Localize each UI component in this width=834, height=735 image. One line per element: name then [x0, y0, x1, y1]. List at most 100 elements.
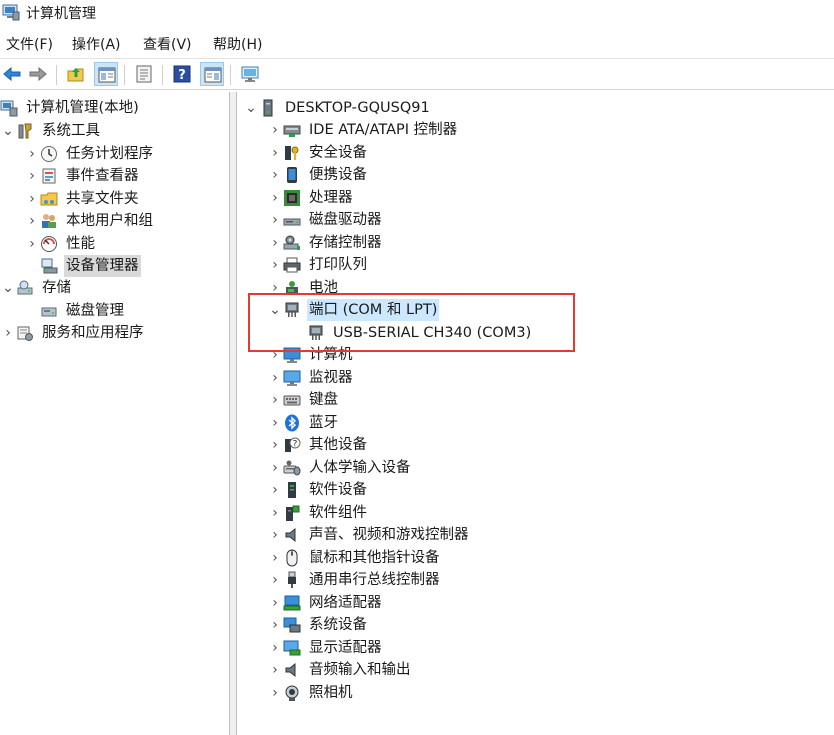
disk-icon	[40, 302, 58, 320]
chevron-right-icon[interactable]: ›	[24, 143, 40, 165]
toolbar-separator	[230, 65, 231, 85]
menu-view[interactable]: 查看(V)	[143, 34, 192, 54]
software-component-icon	[283, 504, 301, 522]
forward-arrow-icon	[29, 66, 47, 82]
help-button[interactable]: ?	[170, 62, 194, 86]
camera-icon	[283, 684, 301, 702]
svg-text:?: ?	[293, 440, 298, 450]
toolbar-separator	[56, 65, 57, 85]
title-bar: 计算机管理	[0, 0, 834, 28]
keyboard-icon	[283, 391, 301, 409]
hid-icon	[283, 459, 301, 477]
chevron-right-icon[interactable]: ›	[267, 412, 283, 434]
storage-icon	[16, 279, 34, 297]
network-adapter-icon	[283, 594, 301, 612]
chevron-right-icon[interactable]: ›	[267, 389, 283, 411]
chevron-right-icon[interactable]: ›	[24, 210, 40, 232]
chevron-right-icon[interactable]: ›	[267, 502, 283, 524]
chevron-right-icon[interactable]: ›	[267, 142, 283, 164]
computer-management-icon	[2, 4, 20, 21]
toolbar-separator	[124, 65, 125, 85]
chevron-right-icon[interactable]: ›	[267, 682, 283, 704]
unknown-device-icon: ?	[283, 436, 301, 454]
processor-icon	[283, 189, 301, 207]
menu-bar: 文件(F) 操作(A) 查看(V) 帮助(H)	[0, 30, 834, 56]
shared-folder-icon	[40, 190, 58, 208]
event-log-icon	[40, 167, 58, 185]
chevron-right-icon[interactable]: ›	[267, 547, 283, 569]
action-pane-icon	[204, 67, 222, 83]
window-title: 计算机管理	[26, 6, 96, 22]
up-folder-icon	[67, 68, 84, 82]
portable-device-icon	[283, 166, 301, 184]
chevron-right-icon[interactable]: ›	[267, 254, 283, 276]
speaker-icon	[283, 526, 301, 544]
annotation-highlight-box	[248, 293, 575, 352]
tools-icon	[16, 122, 34, 140]
chevron-right-icon[interactable]: ›	[267, 457, 283, 479]
chevron-right-icon[interactable]: ›	[267, 232, 283, 254]
monitor-button[interactable]	[238, 62, 262, 86]
chevron-right-icon[interactable]: ›	[267, 479, 283, 501]
chevron-right-icon[interactable]: ›	[267, 164, 283, 186]
chevron-right-icon[interactable]: ›	[24, 165, 40, 187]
menu-action[interactable]: 操作(A)	[72, 34, 121, 54]
svg-text:?: ?	[178, 68, 186, 83]
show-hide-tree-button[interactable]	[94, 62, 118, 86]
chevron-right-icon[interactable]: ›	[0, 322, 16, 344]
computer-management-icon	[0, 99, 18, 117]
device-manager-icon	[40, 257, 58, 275]
users-icon	[40, 212, 58, 230]
toolbar: ?	[0, 58, 834, 90]
mouse-icon	[283, 549, 301, 567]
chevron-right-icon[interactable]: ›	[267, 614, 283, 636]
display-adapter-icon	[283, 639, 301, 657]
disk-drive-icon	[283, 211, 301, 229]
speaker-icon	[283, 661, 301, 679]
chevron-down-icon[interactable]: ⌄	[0, 277, 16, 299]
monitor-icon	[283, 369, 301, 387]
forward-button[interactable]	[26, 62, 50, 86]
chevron-right-icon[interactable]: ›	[24, 188, 40, 210]
storage-controller-icon	[283, 234, 301, 252]
chevron-right-icon[interactable]: ›	[267, 637, 283, 659]
pane-splitter[interactable]	[229, 92, 237, 735]
computer-icon	[259, 99, 277, 117]
toolbar-separator	[162, 65, 163, 85]
printer-icon	[283, 256, 301, 274]
properties-icon	[136, 65, 152, 83]
security-key-icon	[283, 144, 301, 162]
show-hide-tree-icon	[98, 67, 116, 83]
device-tree-pane[interactable]: ⌄ DESKTOP-GQUSQ91 › IDE ATA/ATAPI 控制器 › …	[237, 92, 834, 735]
chevron-down-icon[interactable]: ⌄	[243, 97, 259, 119]
chevron-right-icon[interactable]: ›	[267, 367, 283, 389]
action-pane-button[interactable]	[200, 62, 224, 86]
chevron-right-icon[interactable]: ›	[267, 592, 283, 614]
clock-icon	[40, 145, 58, 163]
software-device-icon	[283, 481, 301, 499]
usb-plug-icon	[283, 571, 301, 589]
monitor-icon	[241, 66, 259, 82]
help-icon: ?	[173, 65, 191, 83]
chevron-right-icon[interactable]: ›	[267, 434, 283, 456]
system-device-icon	[283, 616, 301, 634]
chevron-right-icon[interactable]: ›	[267, 209, 283, 231]
chevron-right-icon[interactable]: ›	[24, 233, 40, 255]
chevron-right-icon[interactable]: ›	[267, 569, 283, 591]
chevron-down-icon[interactable]: ⌄	[0, 120, 16, 142]
console-tree-pane[interactable]: 计算机管理(本地) ⌄ 系统工具 › 任务计划程序 › 事件查看器 › 共享文件…	[0, 92, 229, 735]
chevron-right-icon[interactable]: ›	[267, 524, 283, 546]
back-arrow-icon	[3, 66, 21, 82]
performance-icon	[40, 235, 58, 253]
chevron-right-icon[interactable]: ›	[267, 187, 283, 209]
bluetooth-icon	[283, 414, 301, 432]
ide-controller-icon	[283, 121, 301, 139]
chevron-right-icon[interactable]: ›	[267, 119, 283, 141]
properties-button[interactable]	[132, 62, 156, 86]
up-level-button[interactable]	[64, 62, 88, 86]
back-button[interactable]	[0, 62, 24, 86]
services-icon	[16, 324, 34, 342]
menu-file[interactable]: 文件(F)	[6, 34, 53, 54]
chevron-right-icon[interactable]: ›	[267, 659, 283, 681]
menu-help[interactable]: 帮助(H)	[213, 34, 262, 54]
